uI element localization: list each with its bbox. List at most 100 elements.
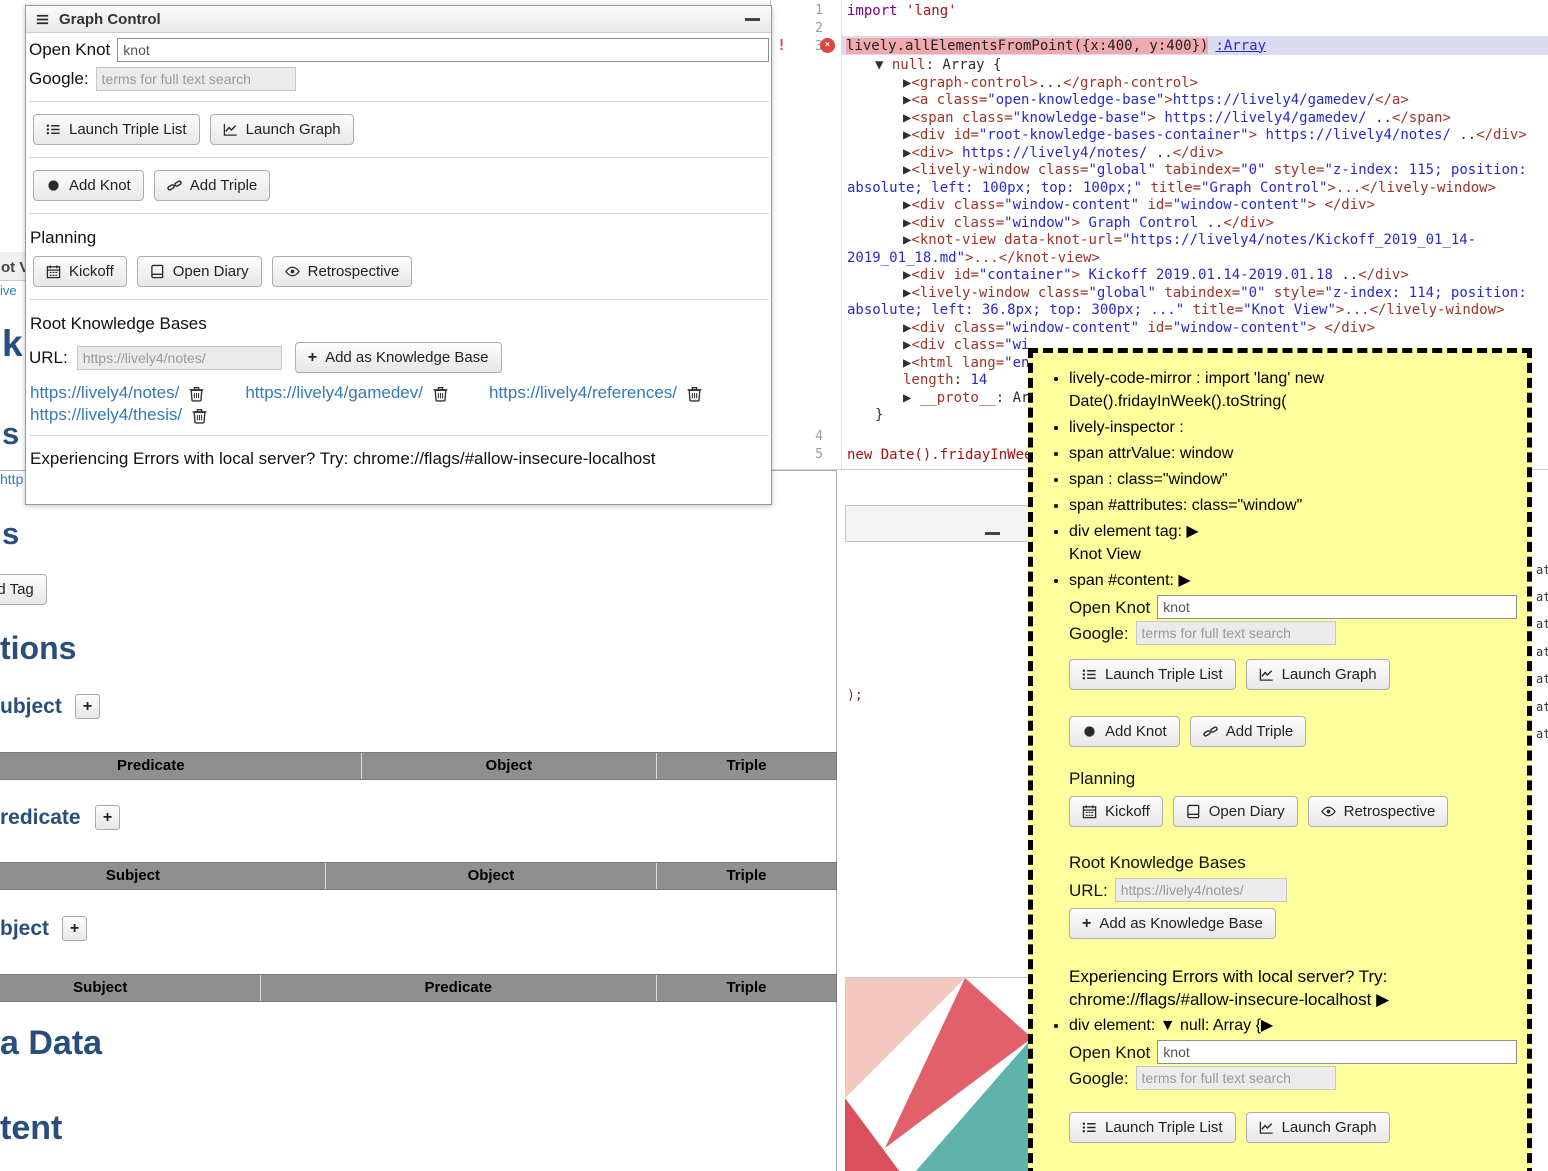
error-marker: !	[777, 36, 786, 54]
inspector-line[interactable]: absolute; left: 100px; top: 100px;" titl…	[847, 180, 1548, 198]
stack-trace-fragment: at	[1536, 563, 1548, 577]
inspector-line[interactable]: ▶<div class="window-content" id="window-…	[847, 320, 1548, 338]
launch-triple-list-button[interactable]: Launch Triple List	[33, 114, 200, 145]
retrospective-button[interactable]: Retrospective	[1308, 796, 1449, 827]
add-knot-button[interactable]: Add Knot	[1069, 716, 1180, 747]
code-fragment: );	[847, 688, 863, 703]
add-knowledge-base-button[interactable]: +Add as Knowledge Base	[295, 342, 502, 373]
open-knot-input[interactable]	[1157, 595, 1517, 619]
window-title: Graph Control	[59, 11, 161, 28]
element-list-item[interactable]: div element tag: ▶ Knot View	[1069, 520, 1517, 566]
inspector-line[interactable]: ▼ null: Array {	[847, 57, 1548, 75]
code-line[interactable]: import 'lang'	[847, 3, 957, 19]
knowledge-base-link[interactable]: https://lively4/gamedev/	[245, 383, 423, 403]
stack-trace-fragment: at	[1536, 700, 1548, 714]
close-icon: ×	[825, 40, 830, 50]
url-input[interactable]	[77, 346, 282, 370]
result-annotation-link[interactable]: :Array	[1215, 38, 1266, 54]
knowledge-base-link[interactable]: https://lively4/references/	[489, 383, 677, 403]
google-search-input[interactable]	[1136, 621, 1336, 645]
inspector-line[interactable]: ▶<knot-view data-knot-url="https://livel…	[847, 232, 1548, 250]
inspector-line[interactable]: ▶<div class="window-content" id="window-…	[847, 197, 1548, 215]
inspector-line[interactable]: ▶<div> https://lively4/notes/ ..</div>	[847, 145, 1548, 163]
predicate-triples-table: Subject Object Triple	[0, 862, 837, 890]
element-list-item[interactable]: span #attributes: class="window"	[1069, 494, 1517, 517]
knowledge-base-link[interactable]: https://lively4/thesis/	[30, 405, 182, 425]
add-knowledge-base-button[interactable]: +Add as Knowledge Base	[1069, 908, 1276, 939]
google-search-input[interactable]	[1136, 1066, 1336, 1090]
launch-graph-button[interactable]: Launch Graph	[1246, 1112, 1390, 1143]
delete-knowledge-base-button[interactable]	[686, 385, 703, 402]
add-triple-button[interactable]: Add Triple	[154, 170, 271, 201]
plus-icon: +	[103, 809, 112, 827]
trash-icon	[432, 385, 449, 402]
embedded-graph-control: Open Knot Google: Launch Triple List Lau…	[1069, 1040, 1517, 1143]
add-knot-button[interactable]: Add Knot	[33, 170, 144, 201]
open-knot-input[interactable]	[1157, 1040, 1517, 1064]
graph-control-window: Graph Control Open Knot Google: Launch T…	[25, 5, 772, 505]
add-tag-button[interactable]: Add Tag	[0, 574, 47, 605]
add-predicate-button[interactable]: +	[95, 805, 120, 830]
retrospective-button[interactable]: Retrospective	[272, 256, 413, 287]
inspector-line[interactable]: ▶<graph-control>...</graph-control>	[847, 75, 1548, 93]
error-icon[interactable]: ×	[820, 38, 835, 53]
delete-knowledge-base-button[interactable]	[432, 385, 449, 402]
open-knot-label: Open Knot	[1069, 1041, 1150, 1064]
screen: ot Vi ive k s http s Add Tag tions ubjec…	[0, 0, 1548, 1171]
separator	[29, 299, 769, 300]
evaluated-expression[interactable]: lively.allElementsFromPoint({x:400, y:40…	[846, 38, 1208, 54]
object-triples-table: Subject Predicate Triple	[0, 974, 837, 1002]
inspector-line[interactable]: absolute; left: 36.8px; top: 300px; ..."…	[847, 302, 1548, 320]
inspector-line[interactable]: ▶<lively-window class="global" tabindex=…	[847, 162, 1548, 180]
chart-icon	[1259, 1120, 1274, 1135]
launch-triple-list-button[interactable]: Launch Triple List	[1069, 659, 1236, 690]
link-fragment[interactable]: http	[0, 471, 23, 487]
window-titlebar[interactable]: Graph Control	[26, 6, 771, 33]
inspector-line[interactable]: ▶<div id="root-knowledge-bases-container…	[847, 127, 1548, 145]
inspector-line[interactable]: ▶<div class="window"> Graph Control ..</…	[847, 215, 1548, 233]
minimize-button[interactable]	[998, 515, 1018, 533]
eye-icon	[1321, 804, 1336, 819]
delete-knowledge-base-button[interactable]	[191, 407, 208, 424]
inspector-line[interactable]: ▶<a class="open-knowledge-base">https://…	[847, 92, 1548, 110]
url-input[interactable]	[1115, 878, 1287, 902]
predicate-heading-fragment: redicate	[0, 806, 81, 830]
launch-triple-list-button[interactable]: Launch Triple List	[1069, 1112, 1236, 1143]
chart-icon	[1259, 667, 1274, 682]
add-object-button[interactable]: +	[62, 916, 87, 941]
add-triple-button[interactable]: Add Triple	[1190, 716, 1307, 747]
open-diary-button[interactable]: Open Diary	[137, 256, 262, 287]
kickoff-button[interactable]: Kickoff	[33, 256, 127, 287]
menu-icon[interactable]	[35, 12, 50, 27]
add-subject-button[interactable]: +	[75, 694, 100, 719]
inspector-line[interactable]: ▶<div id="container"> Kickoff 2019.01.14…	[847, 267, 1548, 285]
planning-heading: Planning	[30, 228, 769, 248]
open-diary-button[interactable]: Open Diary	[1173, 796, 1298, 827]
kickoff-button[interactable]: Kickoff	[1069, 796, 1163, 827]
element-list-item[interactable]: lively-inspector :	[1069, 416, 1517, 439]
element-list-item[interactable]: span : class="window"	[1069, 468, 1517, 491]
delete-knowledge-base-button[interactable]	[188, 385, 205, 402]
launch-graph-button[interactable]: Launch Graph	[1246, 659, 1390, 690]
link-fragment[interactable]: ive	[0, 283, 17, 298]
knowledge-base-link[interactable]: https://lively4/notes/	[30, 383, 179, 403]
minimize-button[interactable]	[742, 10, 762, 28]
evaluated-expression-line[interactable]: lively.allElementsFromPoint({x:400, y:40…	[842, 36, 1548, 55]
table-header-cell: Predicate	[261, 975, 657, 1001]
element-list-item[interactable]: span attrValue: window	[1069, 442, 1517, 465]
launch-graph-button[interactable]: Launch Graph	[210, 114, 354, 145]
separator	[29, 157, 769, 158]
line-number: 5	[797, 447, 823, 462]
inspector-line[interactable]: ▶<lively-window class="global" tabindex=…	[847, 285, 1548, 303]
inspector-line[interactable]: 2019_01_18.md">...</knot-view>	[847, 250, 1548, 268]
open-knot-label: Open Knot	[1069, 596, 1150, 619]
mosaic-image	[845, 977, 1032, 1171]
table-header-cell: Triple	[657, 863, 836, 889]
element-list-item[interactable]: span #content: ▶ Open Knot Google: Launc…	[1069, 569, 1517, 1011]
google-search-input[interactable]	[96, 67, 296, 91]
inspector-line[interactable]: ▶<span class="knowledge-base"> https://l…	[847, 110, 1548, 128]
open-knot-input[interactable]	[117, 38, 769, 62]
element-list-item[interactable]: lively-code-mirror : import 'lang' new D…	[1069, 367, 1517, 413]
link-icon	[167, 178, 182, 193]
element-list-item[interactable]: div element: ▼ null: Array {▶ Open Knot …	[1069, 1014, 1517, 1143]
